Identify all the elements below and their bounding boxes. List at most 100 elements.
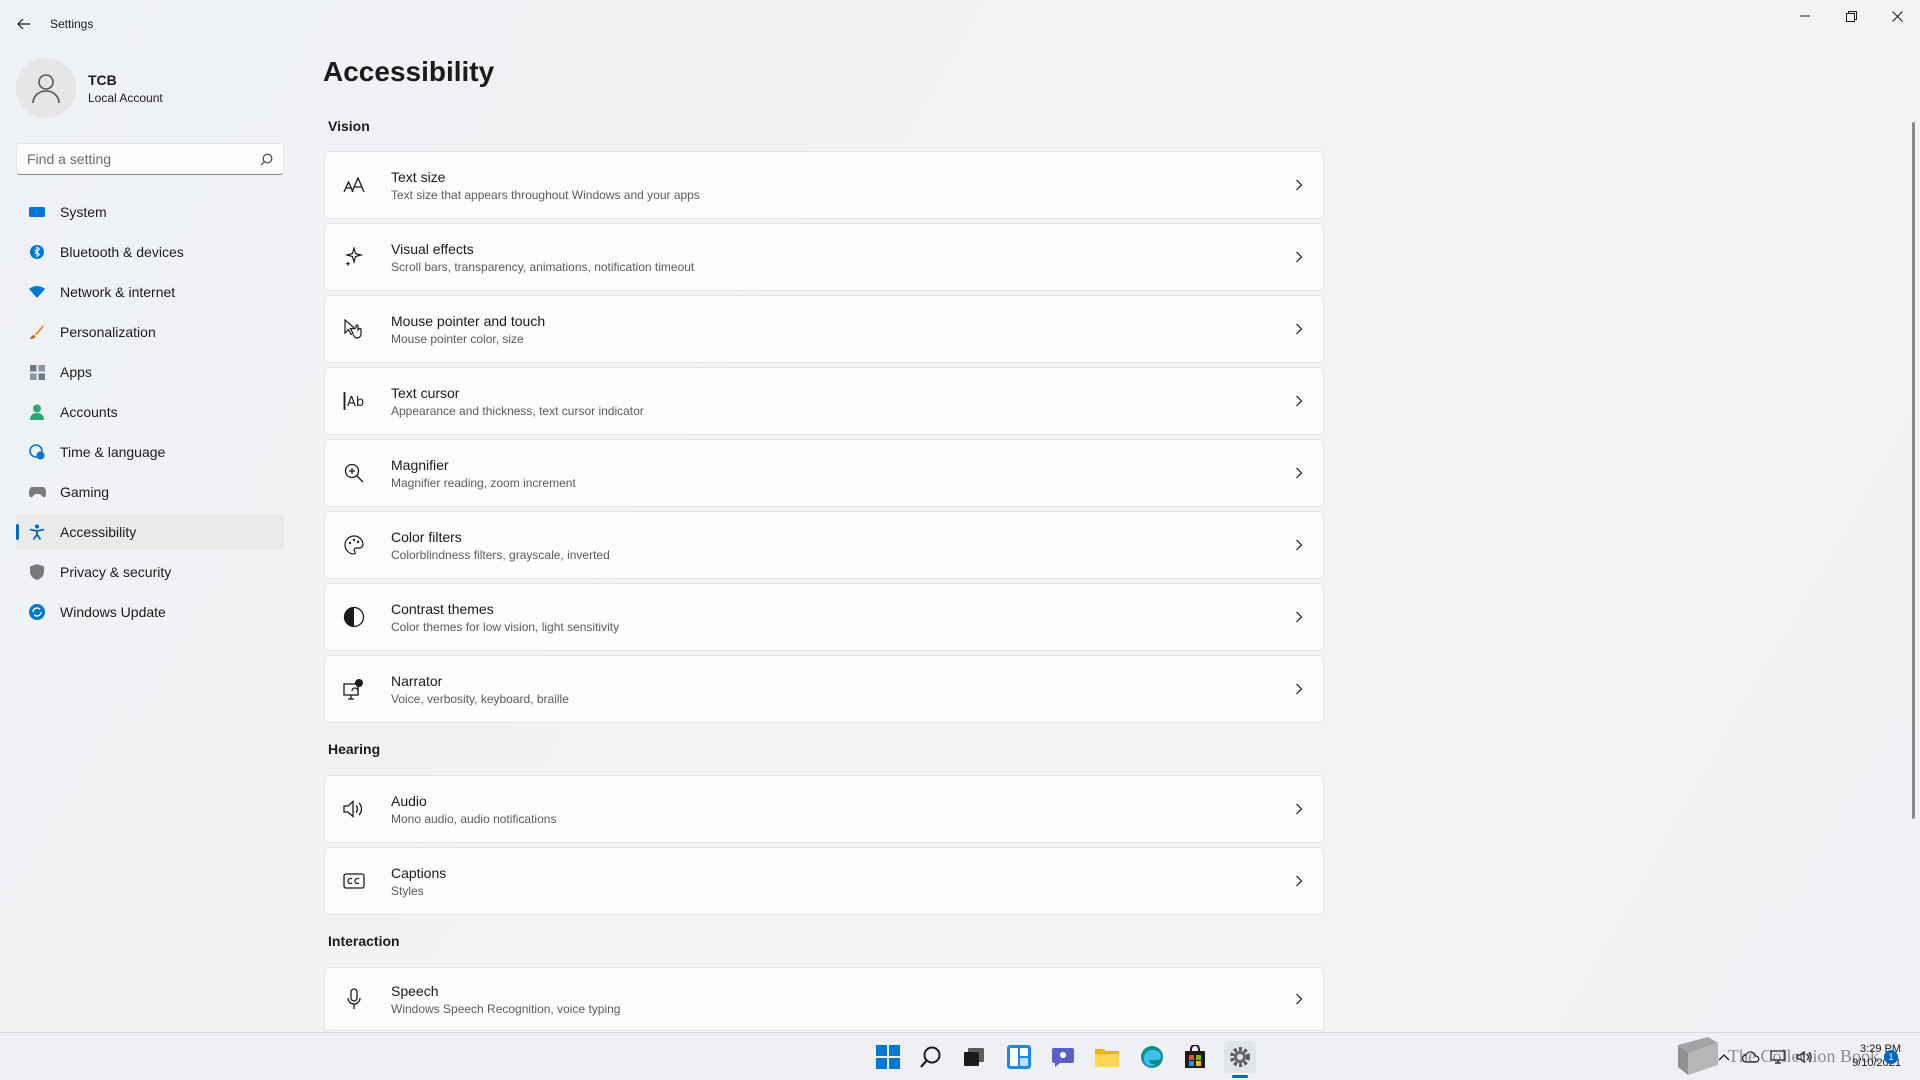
title-bar: Settings <box>0 0 1920 48</box>
contrast-icon <box>325 606 383 628</box>
setting-card-speech[interactable]: Speech Windows Speech Recognition, voice … <box>324 967 1324 1031</box>
chevron-right-icon <box>1275 803 1323 815</box>
active-app-indicator <box>1232 1075 1248 1078</box>
setting-card-narrator[interactable]: Narrator Voice, verbosity, keyboard, brai… <box>324 655 1324 723</box>
sidebar-item-network[interactable]: Network & internet <box>16 274 284 310</box>
card-title: Captions <box>391 864 447 881</box>
search-icon <box>920 1046 941 1068</box>
section-header-interaction: Interaction <box>328 933 400 949</box>
chat-button[interactable] <box>1047 1041 1079 1073</box>
settings-taskbar-button[interactable] <box>1224 1041 1256 1073</box>
sidebar-item-bluetooth[interactable]: Bluetooth & devices <box>16 234 284 270</box>
setting-card-text-cursor[interactable]: Ab Text cursor Appearance and thickness, … <box>324 367 1324 435</box>
back-arrow-icon <box>17 18 30 30</box>
task-view-button[interactable] <box>958 1041 990 1073</box>
sidebar-item-label: Accounts <box>60 404 118 420</box>
sidebar-item-label: Bluetooth & devices <box>60 244 184 260</box>
setting-card-magnifier[interactable]: Magnifier Magnifier reading, zoom increme… <box>324 439 1324 507</box>
vertical-scrollbar[interactable] <box>1912 122 1915 819</box>
setting-card-visual-effects[interactable]: Visual effects Scroll bars, transparency,… <box>324 223 1324 291</box>
sidebar-item-windows-update[interactable]: Windows Update <box>16 594 284 630</box>
card-title: Color filters <box>391 528 462 545</box>
store-icon <box>1185 1045 1205 1068</box>
card-title: Audio <box>391 792 427 809</box>
card-title: Magnifier <box>391 456 449 473</box>
accounts-icon <box>28 403 46 421</box>
watermark-text: The Collection Book <box>1728 1045 1879 1066</box>
speaker-icon <box>325 800 383 818</box>
start-button[interactable] <box>872 1041 904 1073</box>
sidebar-item-label: Privacy & security <box>60 564 172 580</box>
apps-icon <box>28 363 46 381</box>
minimize-button[interactable] <box>1782 0 1828 32</box>
minimize-icon <box>1800 15 1810 17</box>
card-description: Voice, verbosity, keyboard, braille <box>391 691 569 706</box>
card-description: Colorblindness filters, grayscale, inver… <box>391 547 610 562</box>
sidebar-item-label: Personalization <box>60 324 156 340</box>
start-icon <box>876 1045 900 1069</box>
chevron-right-icon <box>1275 539 1323 551</box>
magnifier-icon <box>325 463 383 483</box>
setting-card-captions[interactable]: Captions Styles <box>324 847 1324 915</box>
section-header-vision: Vision <box>328 118 370 134</box>
widgets-icon <box>1007 1045 1031 1069</box>
taskbar-search-button[interactable] <box>915 1041 947 1073</box>
chevron-right-icon <box>1275 395 1323 407</box>
card-title: Contrast themes <box>391 600 494 617</box>
close-button[interactable] <box>1874 0 1920 32</box>
file-explorer-button[interactable] <box>1091 1041 1123 1073</box>
notification-badge[interactable]: 1 <box>1884 1050 1898 1064</box>
setting-card-text-size[interactable]: Text size Text size that appears througho… <box>324 151 1324 219</box>
close-icon <box>1891 10 1903 22</box>
restore-button[interactable] <box>1828 0 1874 32</box>
card-description: Windows Speech Recognition, voice typing <box>391 1001 621 1016</box>
user-profile[interactable]: TCB Local Account <box>16 56 163 120</box>
setting-card-contrast-themes[interactable]: Contrast themes Color themes for low visi… <box>324 583 1324 651</box>
chevron-right-icon <box>1275 611 1323 623</box>
book-icon <box>1678 1037 1718 1075</box>
sidebar-item-apps[interactable]: Apps <box>16 354 284 390</box>
chevron-right-icon <box>1275 323 1323 335</box>
sidebar-item-accessibility[interactable]: Accessibility <box>16 514 284 550</box>
setting-card-color-filters[interactable]: Color filters Colorblindness filters, gra… <box>324 511 1324 579</box>
store-button[interactable] <box>1179 1041 1211 1073</box>
settings-window: Settings TCB Local Account Find a settin… <box>0 0 1920 1032</box>
card-description: Appearance and thickness, text cursor in… <box>391 403 644 418</box>
avatar <box>16 58 76 118</box>
sidebar-item-label: System <box>60 204 107 220</box>
chevron-right-icon <box>1275 993 1323 1005</box>
card-title: Text size <box>391 168 446 185</box>
card-title: Mouse pointer and touch <box>391 312 546 329</box>
restore-icon <box>1845 10 1857 22</box>
watermark: The Collection Book <box>1672 1032 1879 1080</box>
card-description: Mono audio, audio notifications <box>391 811 557 826</box>
card-title: Text cursor <box>391 384 460 401</box>
taskbar: 3:29 PM 9/10/2021 1 <box>0 1032 1920 1080</box>
brush-icon <box>28 323 46 341</box>
sidebar-item-label: Windows Update <box>60 604 166 620</box>
card-description: Magnifier reading, zoom increment <box>391 475 576 490</box>
accessibility-icon <box>28 523 46 541</box>
search-icon <box>260 153 273 165</box>
chevron-right-icon <box>1275 875 1323 887</box>
sidebar-item-privacy[interactable]: Privacy & security <box>16 554 284 590</box>
sidebar-item-label: Time & language <box>60 444 166 460</box>
widgets-button[interactable] <box>1003 1041 1035 1073</box>
chevron-right-icon <box>1275 179 1323 191</box>
palette-icon <box>325 535 383 555</box>
sidebar-item-time-language[interactable]: Time & language <box>16 434 284 470</box>
back-button[interactable] <box>8 12 40 36</box>
sparkle-icon <box>325 247 383 267</box>
edge-button[interactable] <box>1136 1041 1168 1073</box>
setting-card-mouse-pointer[interactable]: Mouse pointer and touch Mouse pointer col… <box>324 295 1324 363</box>
globe-clock-icon <box>28 443 46 461</box>
sidebar-item-personalization[interactable]: Personalization <box>16 314 284 350</box>
system-icon <box>28 203 46 221</box>
pointer-touch-icon <box>325 319 383 339</box>
setting-card-audio[interactable]: Audio Mono audio, audio notifications <box>324 775 1324 843</box>
sidebar-item-accounts[interactable]: Accounts <box>16 394 284 430</box>
card-title: Narrator <box>391 672 443 689</box>
sidebar-item-gaming[interactable]: Gaming <box>16 474 284 510</box>
search-input[interactable]: Find a setting <box>16 143 284 175</box>
sidebar-item-system[interactable]: System <box>16 194 284 230</box>
